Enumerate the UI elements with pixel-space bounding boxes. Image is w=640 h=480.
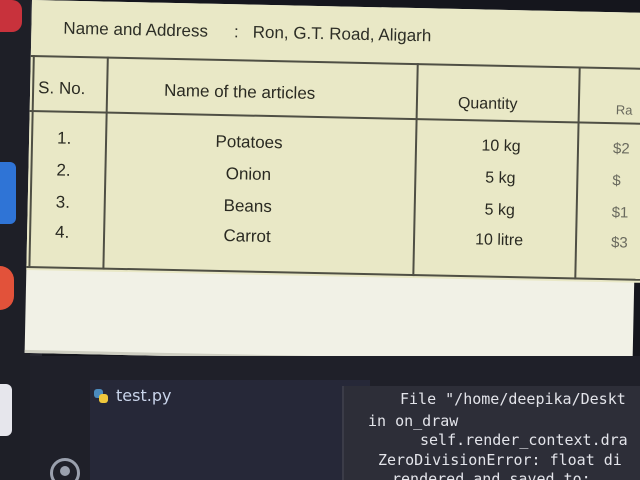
name-address-label: Name and Address (63, 18, 209, 41)
document-page: Name and Address: Ron, G.T. Road, Aligarh… (26, 0, 640, 283)
dock-app-icon[interactable] (0, 0, 22, 32)
name-address-row: Name and Address: Ron, G.T. Road, Aligarh (63, 19, 431, 47)
row-sno: 1. (56, 128, 72, 148)
table-column-border (102, 56, 109, 270)
row-article: Onion (225, 164, 272, 185)
row-quantity: 5 kg (484, 201, 515, 220)
file-item-test-py[interactable]: test.py (94, 386, 171, 405)
row-quantity: 10 litre (474, 231, 524, 250)
dock-orange-app-icon[interactable] (0, 266, 14, 310)
screen: Name and Address: Ron, G.T. Road, Aligarh… (0, 0, 640, 480)
table-top-border (30, 54, 640, 70)
row-article: Potatoes (215, 131, 283, 153)
dock-white-app-icon[interactable] (0, 384, 12, 436)
row-rate: $1 (611, 204, 629, 222)
row-article: Carrot (223, 226, 271, 247)
row-sno: 2. (56, 160, 71, 180)
settings-ring-icon[interactable] (50, 458, 80, 480)
separator: : (233, 22, 239, 42)
terminal-line: File "/home/deepika/Deskt (400, 390, 626, 408)
terminal-line: self.render_context.dra (420, 431, 628, 449)
python-file-icon (94, 388, 108, 403)
terminal-output[interactable]: File "/home/deepika/Deskt in on_draw sel… (344, 386, 640, 480)
table-header-border (29, 109, 640, 125)
row-sno: 3. (55, 192, 71, 212)
table-row: 1. Potatoes 10 kg $2 (32, 0, 640, 158)
table-column-border (412, 63, 419, 277)
name-address-value: Ron, G.T. Road, Aligarh (252, 22, 432, 46)
row-quantity: 5 kg (485, 169, 516, 188)
row-quantity: 10 kg (481, 137, 521, 156)
column-header-articles: Name of the articles (163, 80, 316, 103)
row-rate: $2 (612, 140, 630, 158)
terminal-line: ZeroDivisionError: float di (378, 451, 622, 469)
table-bottom-border (26, 265, 640, 281)
app-dock (0, 0, 30, 480)
dock-blue-app-icon[interactable] (0, 162, 16, 224)
row-sno: 4. (54, 222, 70, 242)
table-row: 2. Onion 5 kg $ (32, 0, 640, 190)
document-viewer: Name and Address: Ron, G.T. Road, Aligarh… (24, 0, 640, 366)
column-header-sno: S. No. (37, 78, 86, 99)
file-name: test.py (116, 386, 172, 405)
table-row: 4. Carrot 10 litre $3 (32, 0, 640, 252)
table-row: 3. Beans 5 kg $1 (32, 0, 640, 222)
row-rate: $ (612, 172, 621, 190)
table-column-border (28, 55, 35, 269)
column-header-quantity: Quantity (457, 94, 518, 114)
table-column-border (574, 66, 581, 280)
row-article: Beans (223, 196, 273, 217)
terminal-line: in on_draw (368, 412, 459, 430)
terminal-line: rendered and saved to: (392, 470, 591, 480)
column-header-rate: Ra (615, 102, 633, 118)
row-rate: $3 (610, 234, 628, 252)
